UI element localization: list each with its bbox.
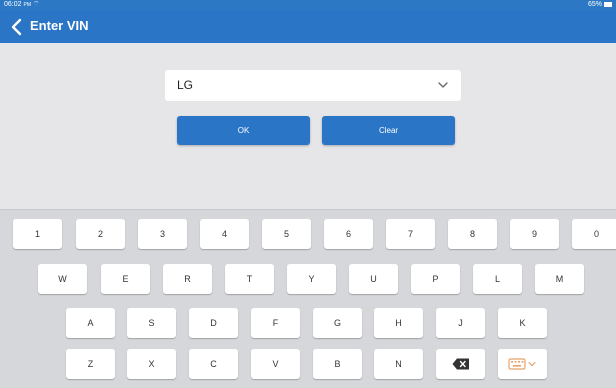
chevron-down-icon[interactable] (437, 80, 449, 90)
app-bar: Enter VIN (0, 10, 616, 43)
key-g[interactable]: G (313, 308, 362, 338)
vin-input-select[interactable]: LG (165, 70, 461, 101)
key-4[interactable]: 4 (200, 219, 249, 249)
key-p[interactable]: P (411, 264, 460, 294)
page-title: Enter VIN (30, 18, 89, 33)
wifi-icon: ⌔ (32, 1, 40, 8)
backspace-icon (452, 358, 469, 370)
key-s[interactable]: S (127, 308, 176, 338)
key-t[interactable]: T (225, 264, 274, 294)
keyboard-icon (507, 358, 536, 370)
key-0[interactable]: 0 (572, 219, 616, 249)
key-n[interactable]: N (374, 349, 423, 379)
key-1[interactable]: 1 (13, 219, 62, 249)
key-6[interactable]: 6 (324, 219, 373, 249)
status-bar: 06:02 PM ⌔ 65% (0, 0, 616, 10)
key-8[interactable]: 8 (448, 219, 497, 249)
key-a[interactable]: A (66, 308, 115, 338)
key-w[interactable]: W (38, 264, 87, 294)
key-9[interactable]: 9 (510, 219, 559, 249)
back-button[interactable] (8, 17, 26, 37)
key-j[interactable]: J (436, 308, 485, 338)
key-m[interactable]: M (535, 264, 584, 294)
key-b[interactable]: B (313, 349, 362, 379)
ok-button[interactable]: OK (177, 116, 310, 145)
vin-input-value: LG (177, 78, 194, 92)
key-5[interactable]: 5 (262, 219, 311, 249)
backspace-key[interactable] (436, 349, 485, 379)
key-y[interactable]: Y (287, 264, 336, 294)
key-2[interactable]: 2 (76, 219, 125, 249)
keyboard-toggle-key[interactable] (498, 349, 547, 379)
status-time: 06:02 PM ⌔ (4, 1, 40, 8)
key-u[interactable]: U (349, 264, 398, 294)
clear-button[interactable]: Clear (322, 116, 455, 145)
key-3[interactable]: 3 (138, 219, 187, 249)
key-z[interactable]: Z (66, 349, 115, 379)
on-screen-keyboard: 1 2 3 4 5 6 7 8 9 0 W E R T Y U P L M A … (0, 209, 616, 388)
chevron-left-icon (11, 18, 22, 36)
key-r[interactable]: R (163, 264, 212, 294)
battery-status: 65% (588, 0, 612, 10)
key-d[interactable]: D (189, 308, 238, 338)
key-h[interactable]: H (374, 308, 423, 338)
key-e[interactable]: E (101, 264, 150, 294)
key-x[interactable]: X (127, 349, 176, 379)
battery-icon (604, 1, 612, 7)
key-v[interactable]: V (251, 349, 300, 379)
key-c[interactable]: C (189, 349, 238, 379)
main-content: LG OK Clear (0, 43, 616, 209)
key-7[interactable]: 7 (386, 219, 435, 249)
key-k[interactable]: K (498, 308, 547, 338)
key-f[interactable]: F (251, 308, 300, 338)
key-l[interactable]: L (473, 264, 522, 294)
